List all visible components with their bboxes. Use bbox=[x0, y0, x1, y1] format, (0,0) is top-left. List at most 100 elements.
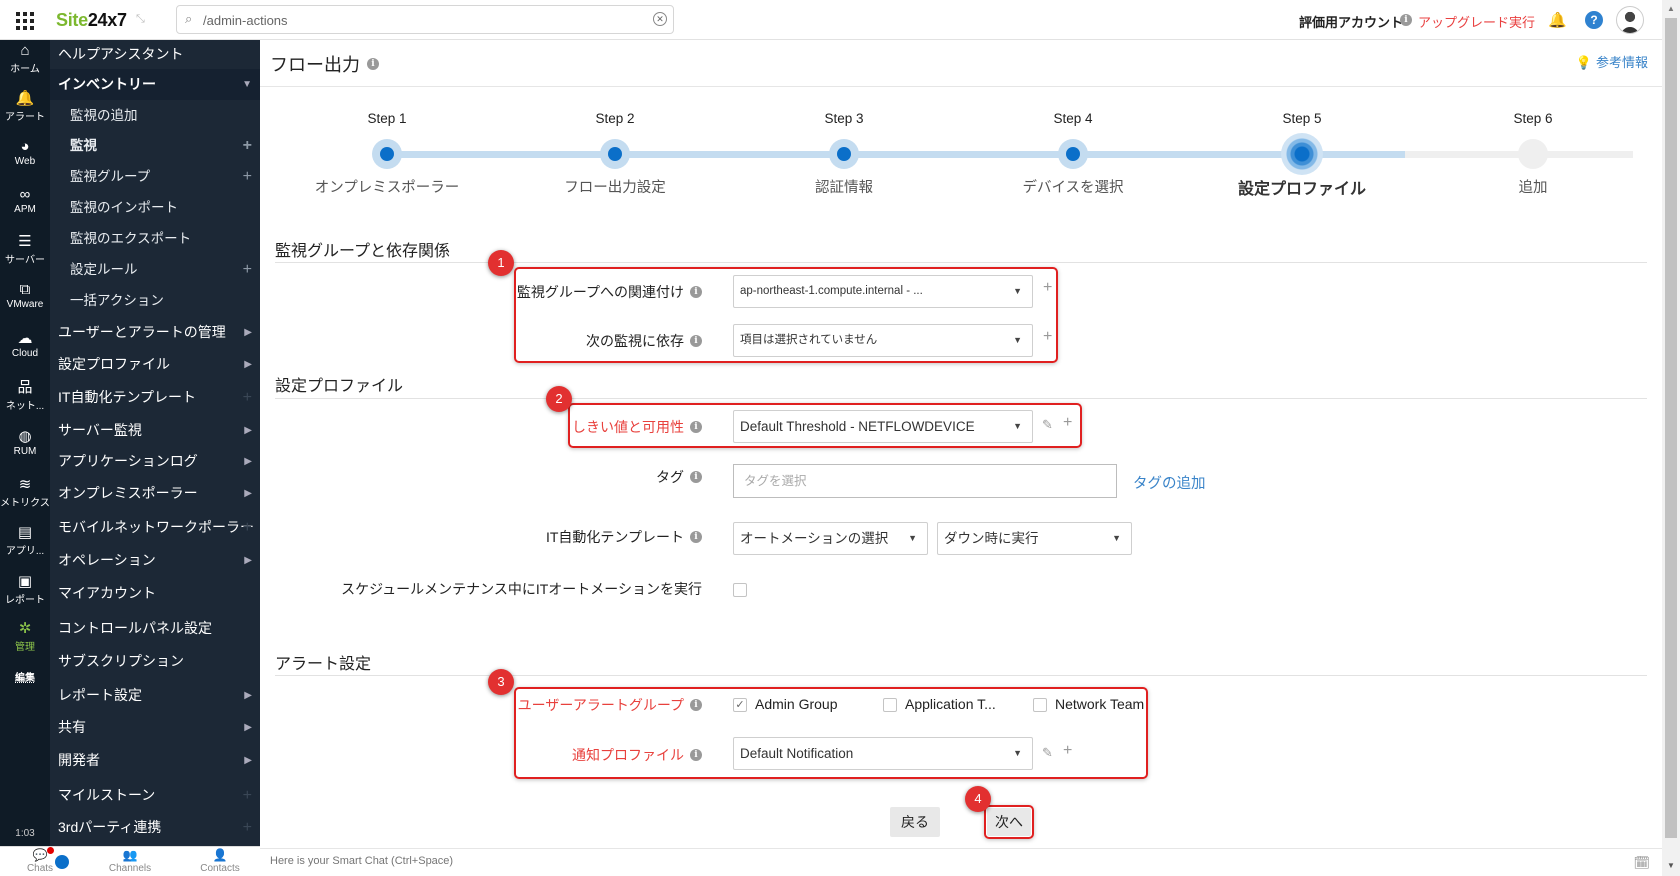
info-icon[interactable]: i bbox=[690, 335, 702, 348]
fullscreen-icon[interactable]: ⤡ bbox=[136, 13, 145, 26]
chevron-right-icon[interactable]: ▶ bbox=[244, 478, 252, 509]
channels-tab[interactable]: 👥 Channels bbox=[90, 847, 170, 874]
rail-item-5[interactable]: ⧉ VMware bbox=[0, 281, 50, 310]
smart-chat-input[interactable] bbox=[270, 855, 1570, 867]
tag-input-box[interactable] bbox=[733, 464, 1117, 498]
sidebar-item-6[interactable]: 監視のエクスポート bbox=[50, 223, 260, 254]
chevron-right-icon[interactable]: ▶ bbox=[244, 349, 252, 380]
chevron-right-icon[interactable]: ▶ bbox=[244, 317, 252, 348]
add-dependency-icon[interactable]: + bbox=[1043, 328, 1052, 346]
sidebar-item-3[interactable]: 監視 + bbox=[50, 130, 260, 161]
edit-pencil-icon[interactable]: ✎ bbox=[1042, 417, 1053, 433]
add-tag-link[interactable]: タグの追加 bbox=[1133, 472, 1206, 493]
chevron-down-icon[interactable]: ▼ bbox=[242, 69, 252, 100]
rail-item-10[interactable]: ▤ アプリ... bbox=[0, 524, 50, 557]
alert-group-checkbox-network[interactable] bbox=[1033, 698, 1047, 712]
rail-item-2[interactable]: ◕ Web bbox=[0, 138, 50, 167]
add-icon[interactable]: + bbox=[243, 161, 252, 192]
rail-item-12[interactable]: ✲ 管理 bbox=[0, 620, 50, 653]
scrollbar-thumb[interactable] bbox=[1665, 18, 1677, 838]
chevron-right-icon[interactable]: ▶ bbox=[244, 446, 252, 477]
reference-link[interactable]: 💡 参考情報 bbox=[1576, 52, 1648, 71]
rail-item-9[interactable]: ≋ メトリクス bbox=[0, 476, 50, 509]
chevron-right-icon[interactable]: ▶ bbox=[244, 545, 252, 576]
search-box[interactable]: ⌕ ✕ bbox=[176, 5, 674, 34]
sidebar-item-2[interactable]: 監視の追加 bbox=[50, 100, 260, 131]
sidebar-item-19[interactable]: サブスクリプション bbox=[50, 646, 260, 677]
add-group-icon[interactable]: + bbox=[1043, 279, 1052, 297]
back-button[interactable]: 戻る bbox=[890, 807, 940, 837]
add-icon[interactable]: + bbox=[243, 780, 252, 811]
info-icon[interactable]: i bbox=[690, 699, 702, 712]
add-notification-icon[interactable]: + bbox=[1063, 742, 1072, 760]
sidebar-item-24[interactable]: 3rdパーティ連携 + bbox=[50, 812, 260, 843]
alert-group-checkbox-application[interactable] bbox=[883, 698, 897, 712]
notification-profile-select[interactable]: Default Notification ▼ bbox=[733, 737, 1033, 770]
add-icon[interactable]: + bbox=[243, 382, 252, 413]
rail-item-11[interactable]: ▣ レポート bbox=[0, 573, 50, 606]
sidebar-item-8[interactable]: 一括アクション bbox=[50, 285, 260, 316]
rail-item-7[interactable]: 品ネット... bbox=[0, 379, 50, 412]
info-icon[interactable]: i bbox=[367, 58, 379, 70]
rail-item-3[interactable]: ∞ APM bbox=[0, 186, 50, 215]
sidebar-item-23[interactable]: マイルストーン + bbox=[50, 780, 260, 811]
sidebar-item-13[interactable]: アプリケーションログ ▶ bbox=[50, 446, 260, 477]
chevron-right-icon[interactable]: ▶ bbox=[244, 712, 252, 743]
chevron-right-icon[interactable]: ▶ bbox=[244, 745, 252, 776]
next-button[interactable]: 次へ bbox=[987, 808, 1031, 836]
sidebar-item-12[interactable]: サーバー監視 ▶ bbox=[50, 415, 260, 446]
chevron-right-icon[interactable]: ▶ bbox=[244, 415, 252, 446]
rail-item-6[interactable]: ☁ Cloud bbox=[0, 330, 50, 359]
chats-tab[interactable]: 💬 Chats bbox=[0, 847, 80, 874]
sidebar-item-1[interactable]: インベントリー ▼ bbox=[50, 69, 260, 100]
automation-select[interactable]: オートメーションの選択 ▼ bbox=[733, 522, 928, 555]
rail-item-8[interactable]: ◍ RUM bbox=[0, 428, 50, 457]
schedule-maintenance-checkbox[interactable] bbox=[733, 583, 747, 597]
rail-item-0[interactable]: ⌂ ホーム bbox=[0, 42, 50, 75]
sidebar-item-18[interactable]: コントロールパネル設定 bbox=[50, 613, 260, 644]
app-grid-icon[interactable] bbox=[16, 12, 34, 30]
run-on-select[interactable]: ダウン時に実行 ▼ bbox=[937, 522, 1132, 555]
vertical-scrollbar[interactable]: ▲ ▼ bbox=[1662, 0, 1680, 876]
sidebar-item-0[interactable]: ヘルプアシスタント bbox=[50, 40, 260, 70]
sidebar-item-7[interactable]: 設定ルール + bbox=[50, 254, 260, 285]
rail-item-1[interactable]: 🔔 アラート bbox=[0, 90, 50, 123]
edit-pencil-icon[interactable]: ✎ bbox=[1042, 745, 1053, 761]
add-icon[interactable]: + bbox=[243, 254, 252, 285]
help-icon[interactable]: ? bbox=[1585, 11, 1603, 29]
sidebar-item-21[interactable]: 共有 ▶ bbox=[50, 712, 260, 743]
contacts-tab[interactable]: 👤 Contacts bbox=[180, 847, 260, 874]
sidebar-item-9[interactable]: ユーザーとアラートの管理 ▶ bbox=[50, 317, 260, 348]
sidebar-item-17[interactable]: マイアカウント bbox=[50, 578, 260, 609]
site24x7-logo[interactable]: Site24x7 bbox=[56, 10, 127, 31]
info-icon[interactable]: i bbox=[1400, 14, 1412, 26]
alert-group-checkbox-admin[interactable]: ✓ bbox=[733, 698, 747, 712]
sidebar-item-22[interactable]: 開発者 ▶ bbox=[50, 745, 260, 776]
add-icon[interactable]: + bbox=[243, 130, 252, 161]
dependency-select[interactable]: 項目は選択されていません ▼ bbox=[733, 324, 1033, 357]
info-icon[interactable]: i bbox=[690, 531, 702, 544]
clear-search-icon[interactable]: ✕ bbox=[653, 12, 667, 26]
sidebar-item-15[interactable]: モバイルネットワークポーラー + bbox=[50, 512, 260, 543]
user-avatar[interactable] bbox=[1616, 6, 1644, 34]
sidebar-item-14[interactable]: オンプレミスポーラー ▶ bbox=[50, 478, 260, 509]
sidebar-item-4[interactable]: 監視グループ + bbox=[50, 161, 260, 192]
rail-item-13[interactable]: 編集 bbox=[0, 667, 50, 684]
sidebar-item-5[interactable]: 監視のインポート bbox=[50, 192, 260, 223]
add-threshold-icon[interactable]: + bbox=[1063, 414, 1072, 432]
tag-input[interactable] bbox=[734, 465, 1116, 497]
sidebar-item-16[interactable]: オペレーション ▶ bbox=[50, 545, 260, 576]
info-icon[interactable]: i bbox=[690, 286, 702, 299]
add-icon[interactable]: + bbox=[243, 512, 252, 543]
search-input[interactable] bbox=[203, 10, 643, 30]
rail-item-4[interactable]: ☰ サーバー bbox=[0, 233, 50, 266]
add-icon[interactable]: + bbox=[243, 812, 252, 843]
sidebar-item-11[interactable]: IT自動化テンプレート + bbox=[50, 382, 260, 413]
info-icon[interactable]: i bbox=[690, 421, 702, 434]
threshold-select[interactable]: Default Threshold - NETFLOWDEVICE ▼ bbox=[733, 410, 1033, 443]
chevron-right-icon[interactable]: ▶ bbox=[244, 680, 252, 711]
notification-bell-icon[interactable]: 🔔 bbox=[1548, 11, 1567, 29]
info-icon[interactable]: i bbox=[690, 749, 702, 762]
monitor-group-select[interactable]: ap-northeast-1.compute.internal - ... ▼ bbox=[733, 275, 1033, 308]
sidebar-item-20[interactable]: レポート設定 ▶ bbox=[50, 680, 260, 711]
